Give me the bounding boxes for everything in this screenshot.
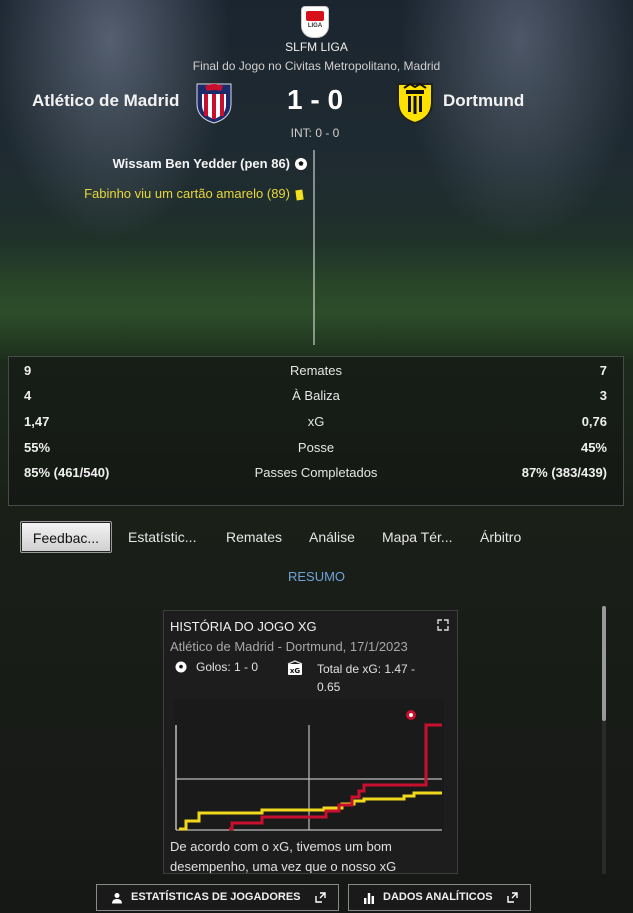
scrollbar-thumb[interactable]: [602, 606, 606, 721]
half-time-score: INT: 0 - 0: [290, 126, 340, 140]
stat-row-passes: 85% (461/540) Passes Completados 87% (38…: [24, 465, 607, 480]
match-stats-panel: 9 Remates 7 4 À Baliza 3 1,47 xG 0,76 55…: [8, 356, 624, 506]
goals-summary: Golos: 1 - 0: [196, 660, 259, 674]
stat-row-shots: 9 Remates 7: [24, 363, 607, 378]
tab-analysis[interactable]: Análise: [309, 521, 355, 553]
external-link-icon: [507, 892, 518, 903]
away-team-name[interactable]: Dortmund: [443, 91, 524, 111]
card-event: Fabinho viu um cartão amarelo (89): [84, 186, 290, 201]
stat-row-possession: 55% Posse 45%: [24, 440, 607, 455]
xg-story-card: HISTÓRIA DO JOGO XG Atlético de Madrid -…: [163, 610, 458, 874]
league-name: SLFM LIGA: [285, 40, 348, 54]
pitch-background: [0, 240, 633, 360]
stat-row-xg: 1,47 xG 0,76: [24, 414, 607, 429]
goal-event: Wissam Ben Yedder (pen 86): [112, 156, 290, 171]
tab-shots[interactable]: Remates: [226, 521, 282, 553]
svg-text:xG: xG: [290, 667, 301, 675]
analytics-data-button[interactable]: DADOS ANALÍTICOS: [348, 884, 531, 911]
stat-row-on-target: 4 À Baliza 3: [24, 388, 607, 403]
bar-chart-icon: [364, 893, 374, 904]
league-logo: LIGA: [301, 6, 329, 38]
tab-heat-map[interactable]: Mapa Tér...: [382, 521, 453, 553]
tab-feedback[interactable]: Feedbac...: [20, 521, 112, 553]
xg-goal-icon: xG: [287, 660, 303, 675]
report-tabs: Feedbac... Estatístic... Remates Análise…: [20, 521, 620, 553]
tab-referee[interactable]: Árbitro: [480, 521, 521, 553]
match-score: 1 - 0: [286, 84, 344, 115]
expand-icon[interactable]: [437, 619, 449, 631]
yellow-card-icon: [295, 189, 304, 201]
summary-link[interactable]: RESUMO: [0, 569, 633, 584]
player-stats-button[interactable]: ESTATÍSTICAS DE JOGADORES: [96, 884, 339, 911]
card-description: De acordo com o xG, tivemos um bom desem…: [170, 839, 397, 874]
xg-summary: Total de xG: 1.47 - 0.65: [317, 662, 416, 694]
match-venue: Final do Jogo no Civitas Metropolitano, …: [192, 59, 441, 73]
card-subtitle: Atlético de Madrid - Dortmund, 17/1/2023: [170, 639, 408, 654]
tab-stats[interactable]: Estatístic...: [128, 521, 196, 553]
home-team-name[interactable]: Atlético de Madrid: [32, 91, 179, 111]
dortmund-crest-icon[interactable]: [394, 80, 436, 124]
external-link-icon: [315, 892, 326, 903]
xg-timeline-chart: [174, 699, 444, 831]
football-icon: [175, 661, 187, 673]
card-title: HISTÓRIA DO JOGO XG: [170, 619, 317, 634]
atletico-crest-icon[interactable]: [193, 80, 235, 124]
person-icon: [112, 893, 122, 904]
timeline-divider: [313, 150, 315, 345]
football-icon: [295, 158, 307, 170]
